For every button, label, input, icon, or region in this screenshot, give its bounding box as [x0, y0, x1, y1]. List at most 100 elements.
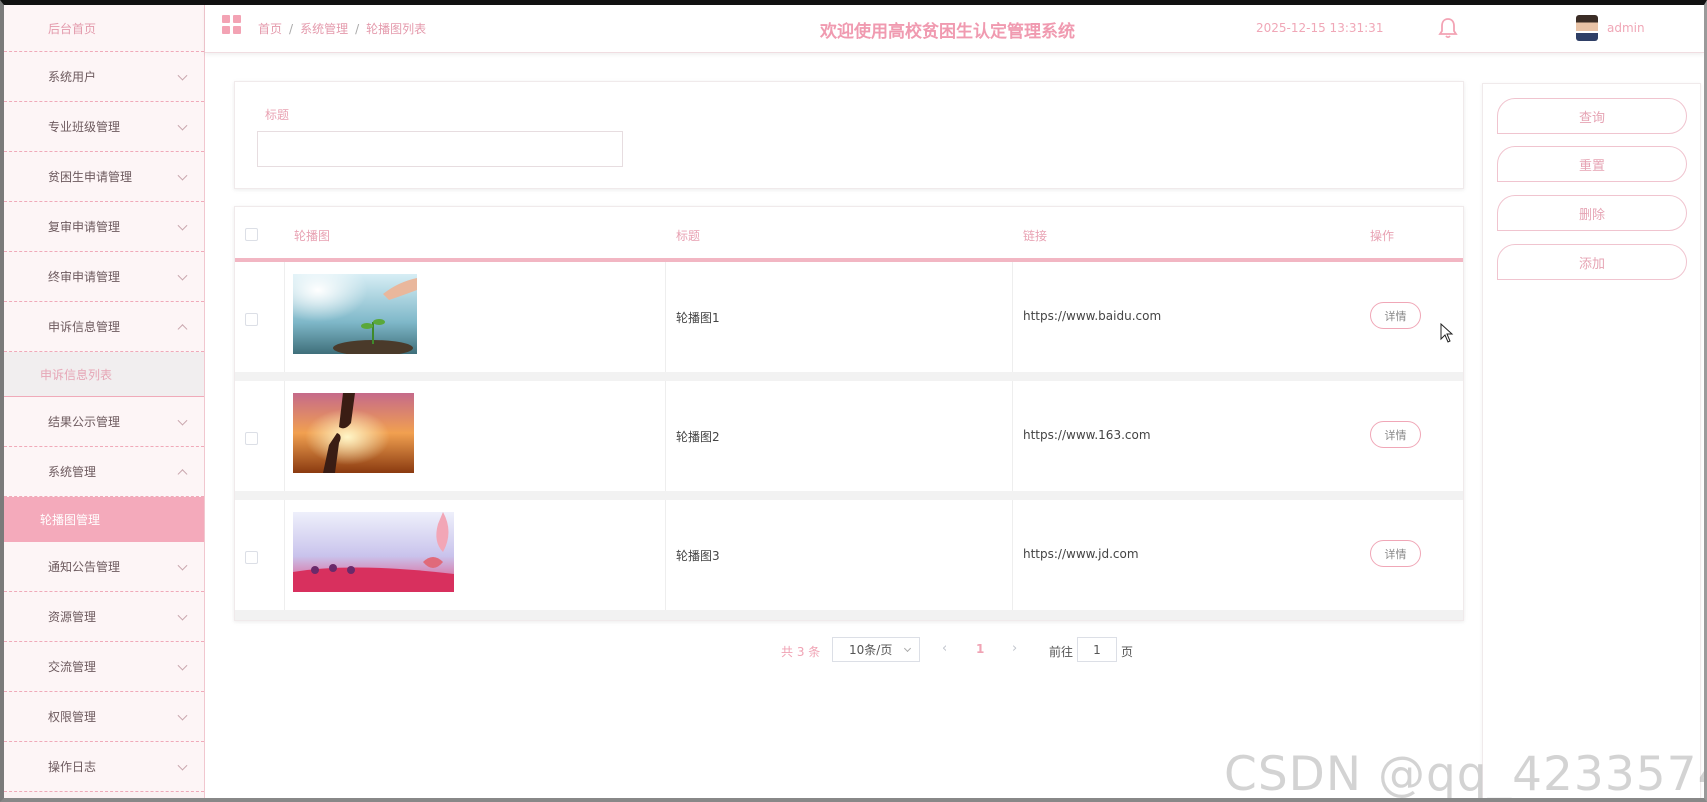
- goto-unit: 页: [1121, 645, 1134, 659]
- system-title: 欢迎使用高校贫困生认定管理系统: [820, 22, 1075, 42]
- carousel-table: 轮播图 标题 链接 操作 轮播图1 https://www.baidu.com …: [234, 206, 1464, 621]
- query-button[interactable]: 查询: [1497, 98, 1687, 134]
- chevron-down-icon: [903, 644, 912, 653]
- goto-page-input[interactable]: [1077, 637, 1117, 662]
- chevron-up-icon: [177, 323, 188, 334]
- row-title: 轮播图1: [676, 311, 720, 325]
- chevron-up-icon: [177, 468, 188, 479]
- sidebar-item-label: 操作日志: [48, 760, 97, 774]
- carousel-image: [293, 274, 417, 354]
- sidebar-item-label: 专业班级管理: [48, 120, 121, 134]
- chevron-down-icon: [177, 220, 188, 231]
- chevron-down-icon: [177, 710, 188, 721]
- sidebar-item-review-application[interactable]: 复审申请管理: [4, 202, 204, 252]
- sidebar-item-label: 结果公示管理: [48, 415, 121, 429]
- action-panel: 查询 重置 删除 添加: [1482, 83, 1701, 798]
- sidebar-item-label: 资源管理: [48, 610, 97, 624]
- row-checkbox[interactable]: [245, 313, 258, 326]
- table-header: 轮播图 标题 链接 操作: [235, 207, 1463, 262]
- breadcrumb-system-management[interactable]: 系统管理: [300, 22, 348, 36]
- breadcrumb: 首页 / 系统管理 / 轮播图列表: [258, 20, 426, 37]
- row-checkbox[interactable]: [245, 432, 258, 445]
- sidebar-item-resource-management[interactable]: 资源管理: [4, 592, 204, 642]
- chevron-down-icon: [177, 660, 188, 671]
- reset-button[interactable]: 重置: [1497, 146, 1687, 182]
- sidebar-item-label: 申诉信息管理: [48, 320, 121, 334]
- sidebar-item-notice-management[interactable]: 通知公告管理: [4, 542, 204, 592]
- bell-icon[interactable]: [1438, 17, 1458, 39]
- sidebar-item-communication-management[interactable]: 交流管理: [4, 642, 204, 692]
- sidebar-item-home[interactable]: 后台首页: [4, 5, 204, 52]
- sidebar-item-label: 终审申请管理: [48, 270, 121, 284]
- breadcrumb-current: 轮播图列表: [366, 22, 427, 36]
- sidebar-item-system-management[interactable]: 系统管理: [4, 447, 204, 497]
- page-number-current[interactable]: 1: [976, 642, 984, 656]
- sidebar-item-label: 交流管理: [48, 660, 97, 674]
- top-header: 首页 / 系统管理 / 轮播图列表 欢迎使用高校贫困生认定管理系统 2025-12-15…: [205, 5, 1704, 53]
- column-header-image: 轮播图: [294, 229, 331, 243]
- sidebar-item-appeal-management[interactable]: 申诉信息管理: [4, 302, 204, 352]
- username[interactable]: admin: [1607, 21, 1645, 35]
- search-card: 标题: [234, 81, 1464, 189]
- page-size-select[interactable]: 10条/页: [832, 637, 920, 662]
- sidebar-item-label: 系统管理: [48, 465, 97, 479]
- mouse-cursor-icon: [1440, 323, 1454, 343]
- delete-button[interactable]: 删除: [1497, 195, 1687, 231]
- app-window: 后台首页 系统用户 专业班级管理 贫困生申请管理 复审申请管理 终审申请管理 申…: [0, 0, 1707, 802]
- sidebar: 后台首页 系统用户 专业班级管理 贫困生申请管理 复审申请管理 终审申请管理 申…: [4, 5, 205, 798]
- carousel-image: [293, 393, 414, 473]
- menu-grid-icon[interactable]: [222, 15, 242, 35]
- breadcrumb-separator: /: [289, 22, 294, 36]
- sidebar-item-final-review[interactable]: 终审申请管理: [4, 252, 204, 302]
- chevron-down-icon: [177, 170, 188, 181]
- breadcrumb-separator: /: [355, 22, 360, 36]
- chevron-down-icon: [177, 70, 188, 81]
- page-size-value: 10条/页: [849, 643, 893, 657]
- chevron-down-icon: [177, 120, 188, 131]
- sidebar-item-label: 通知公告管理: [48, 560, 121, 574]
- column-header-action: 操作: [1370, 229, 1395, 243]
- row-title: 轮播图2: [676, 430, 720, 444]
- column-header-title: 标题: [676, 229, 701, 243]
- detail-button[interactable]: 详情: [1370, 302, 1421, 329]
- sidebar-item-operation-log[interactable]: 操作日志: [4, 742, 204, 792]
- chevron-down-icon: [177, 415, 188, 426]
- sidebar-item-result-publicity[interactable]: 结果公示管理: [4, 397, 204, 447]
- sidebar-item-major-class[interactable]: 专业班级管理: [4, 102, 204, 152]
- pagination-total: 共 3 条: [781, 645, 821, 659]
- detail-button[interactable]: 详情: [1370, 421, 1421, 448]
- select-all-checkbox[interactable]: [245, 228, 258, 241]
- sidebar-item-label: 权限管理: [48, 710, 97, 724]
- chevron-down-icon: [177, 610, 188, 621]
- prev-page-button[interactable]: ‹: [942, 641, 947, 656]
- sidebar-item-label: 贫困生申请管理: [48, 170, 133, 184]
- chevron-down-icon: [177, 560, 188, 571]
- title-field-label: 标题: [265, 108, 290, 122]
- datetime-display: 2025-12-15 13:31:31: [1256, 21, 1384, 35]
- table-row: 轮播图1 https://www.baidu.com 详情: [235, 262, 1463, 372]
- row-checkbox[interactable]: [245, 551, 258, 564]
- sidebar-item-permission-management[interactable]: 权限管理: [4, 692, 204, 742]
- goto-label: 前往: [1049, 645, 1074, 659]
- row-link: https://www.jd.com: [1023, 547, 1139, 561]
- table-row: 轮播图2 https://www.163.com 详情: [235, 381, 1463, 491]
- column-header-link: 链接: [1023, 229, 1048, 243]
- sidebar-subitem-appeal-list[interactable]: 申诉信息列表: [4, 352, 204, 397]
- sidebar-item-poverty-application[interactable]: 贫困生申请管理: [4, 152, 204, 202]
- add-button[interactable]: 添加: [1497, 244, 1687, 280]
- sidebar-item-system-users[interactable]: 系统用户: [4, 52, 204, 102]
- breadcrumb-home[interactable]: 首页: [258, 22, 282, 36]
- carousel-image: [293, 512, 454, 592]
- next-page-button[interactable]: ›: [1012, 641, 1017, 656]
- row-link: https://www.baidu.com: [1023, 309, 1162, 323]
- detail-button[interactable]: 详情: [1370, 540, 1421, 567]
- watermark: CSDN @qq_42335743: [1224, 747, 1707, 802]
- sidebar-item-label: 系统用户: [48, 70, 97, 84]
- title-search-input[interactable]: [257, 131, 623, 167]
- sidebar-item-label: 复审申请管理: [48, 220, 121, 234]
- table-row: 轮播图3 https://www.jd.com 详情: [235, 500, 1463, 610]
- chevron-down-icon: [177, 270, 188, 281]
- sidebar-subitem-carousel-management[interactable]: 轮播图管理: [4, 497, 204, 542]
- avatar[interactable]: [1576, 15, 1598, 41]
- row-link: https://www.163.com: [1023, 428, 1151, 442]
